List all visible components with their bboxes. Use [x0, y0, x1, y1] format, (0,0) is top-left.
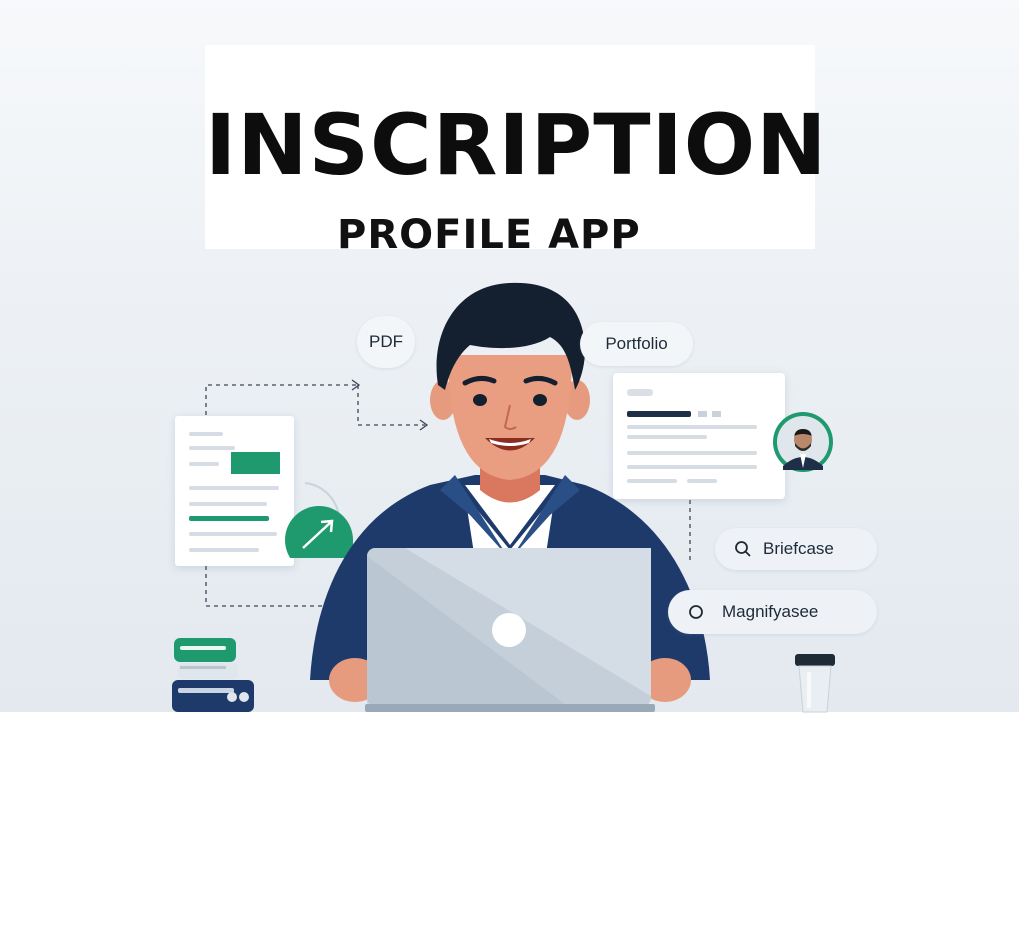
briefcase-tag-label: Briefcase — [763, 539, 834, 558]
laptop — [365, 548, 655, 712]
coffee-cup — [795, 654, 835, 713]
search-icon — [723, 540, 763, 558]
portfolio-tag[interactable]: Portfolio — [580, 322, 693, 366]
green-line — [189, 516, 269, 521]
pdf-tag-label: PDF — [369, 332, 403, 351]
magnify-tag[interactable]: Magnifyasee — [668, 590, 877, 634]
books-stack — [172, 638, 254, 712]
green-block — [231, 452, 280, 474]
briefcase-tag[interactable]: Briefcase — [715, 528, 877, 570]
portfolio-tag-label: Portfolio — [605, 334, 668, 353]
magnify-tag-label: Magnifyasee — [722, 602, 819, 621]
circle-icon — [676, 604, 716, 620]
user-avatar-icon — [773, 412, 833, 472]
pdf-tag[interactable]: PDF — [357, 316, 415, 368]
